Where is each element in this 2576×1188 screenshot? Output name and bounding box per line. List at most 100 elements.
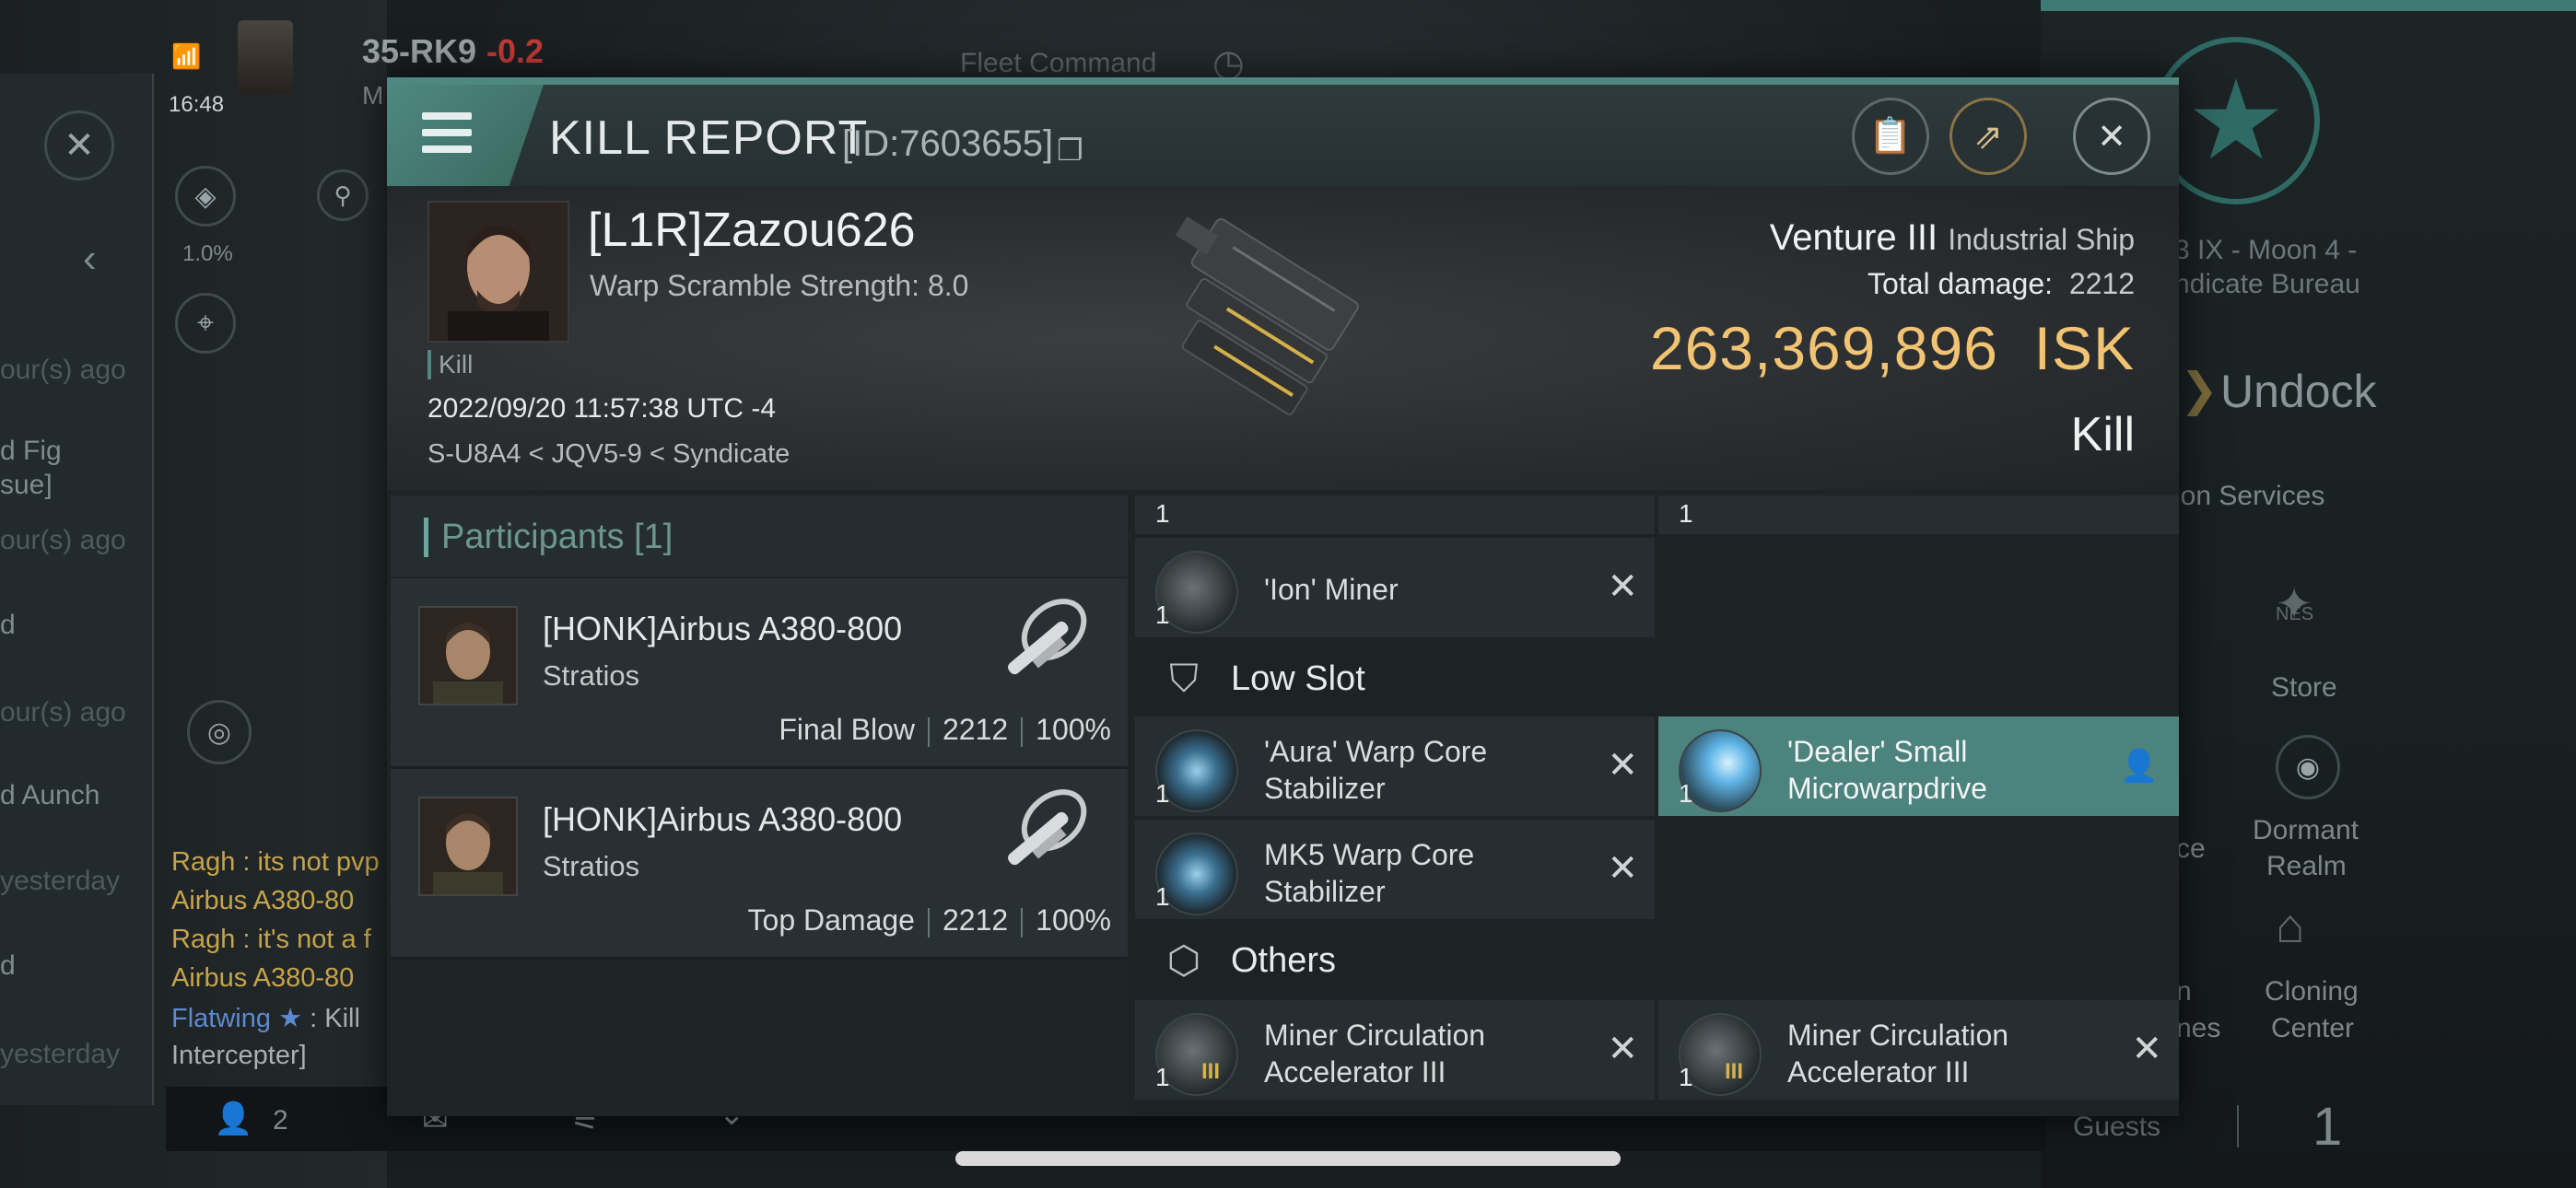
module-name: Miner Circulation Accelerator III xyxy=(1264,1019,1486,1089)
list-item[interactable]: sue] xyxy=(0,470,53,501)
chat-line: Airbus A380-80 xyxy=(171,963,355,993)
list-item[interactable]: d xyxy=(0,950,16,982)
module-quantity: 1 xyxy=(1155,600,1170,629)
fitting-list[interactable]: 1 1 1 'Ion' Miner ✕ ⛉ Low Slot 1 'Aura' … xyxy=(1135,495,2179,1114)
participant-name[interactable]: [HONK]Airbus A380-800 xyxy=(543,800,902,839)
list-item[interactable]: d xyxy=(0,610,16,641)
module-quantity: 1 xyxy=(1679,779,1693,808)
security-status: -0.2 xyxy=(486,32,544,70)
module-row-partial[interactable]: 1 xyxy=(1135,495,1655,534)
module-row-partial[interactable]: 1 xyxy=(1658,495,2179,534)
close-icon: ✕ xyxy=(2097,117,2126,157)
store-label[interactable]: Store xyxy=(2271,672,2337,704)
kill-report-header: KILL REPORT [ID:7603655] ❐ 📋 ⇗ ✕ xyxy=(387,85,2179,186)
people-icon[interactable]: 👤 xyxy=(214,1101,252,1137)
participant-ship: Stratios xyxy=(543,850,640,882)
cube-icon: ⬡ xyxy=(1166,938,1201,982)
chat-line: Intercepter] xyxy=(171,1041,307,1070)
module-quantity: 1 xyxy=(1155,1063,1170,1091)
participants-title: Participants [1] xyxy=(424,518,673,557)
ship-name[interactable]: Venture III Industrial Ship xyxy=(1770,217,2135,259)
module-quantity: 1 xyxy=(1155,882,1170,911)
menu-button[interactable] xyxy=(387,85,544,186)
service-label-partial: ce xyxy=(2176,833,2206,864)
participants-panel: Participants [1] [HONK]Airbus A380-800 S… xyxy=(391,495,1128,1114)
participant-portrait[interactable] xyxy=(418,606,518,705)
undock-button[interactable]: Undock xyxy=(2220,365,2377,418)
module-row[interactable]: 1 MK5 Warp Core Stabilizer ✕ xyxy=(1135,820,1655,919)
share-button[interactable]: ⇗ xyxy=(1950,98,2027,175)
tech-iii-icon: III xyxy=(1201,1059,1221,1084)
destroyed-x-icon: ✕ xyxy=(1607,848,1638,889)
list-item-time: yesterday xyxy=(0,866,121,896)
nes-label: NES xyxy=(2276,604,2314,624)
location-pin-icon[interactable]: ⌖ xyxy=(175,293,236,354)
station-panel-topbar xyxy=(2041,0,2576,11)
clipboard-icon: 📋 xyxy=(1868,117,1913,156)
victim-portrait[interactable] xyxy=(427,201,569,343)
layers-icon[interactable]: ◈ xyxy=(175,166,236,227)
participant-stats: Top Damage 2212 100% xyxy=(748,903,1111,938)
isk-value: 263,369,896 ISK xyxy=(1649,314,2135,382)
participant-name[interactable]: [HONK]Airbus A380-800 xyxy=(543,610,902,648)
module-row[interactable]: III 1 Miner Circulation Accelerator III … xyxy=(1135,1000,1655,1100)
section-header-low-slot: ⛉ Low Slot xyxy=(1135,641,2179,716)
clipboard-button[interactable]: 📋 xyxy=(1852,98,1929,175)
ship-thumbnail[interactable] xyxy=(989,776,1109,896)
home-indicator[interactable] xyxy=(955,1151,1621,1166)
report-id: [ID:7603655] xyxy=(842,123,1054,164)
tripod-icon[interactable]: ⚲ xyxy=(317,169,369,221)
chevron-left-icon[interactable]: ‹ xyxy=(83,236,97,282)
victim-name[interactable]: [L1R]Zazou626 xyxy=(588,203,916,258)
participants-header: Participants [1] xyxy=(391,495,1128,577)
fleet-command-label[interactable]: Fleet Command xyxy=(960,48,1156,79)
participant-percent: 100% xyxy=(1036,903,1111,937)
target-icon[interactable]: ◎ xyxy=(187,700,252,764)
chat-line: Flatwing ★ : Kill xyxy=(171,1004,360,1033)
left-chat-list-background xyxy=(0,74,154,1105)
cloning-center-label1[interactable]: Cloning xyxy=(2265,976,2359,1007)
list-item-time: our(s) ago xyxy=(0,697,126,728)
participant-row[interactable]: [HONK]Airbus A380-800 Stratios Top Damag… xyxy=(391,769,1128,960)
destroyed-x-icon: ✕ xyxy=(2131,1029,2162,1069)
system-name[interactable]: 35-RK9 xyxy=(362,32,476,71)
close-icon[interactable]: ✕ xyxy=(44,111,114,181)
ship-render[interactable] xyxy=(1115,195,1391,444)
share-icon: ⇗ xyxy=(1973,117,2003,157)
avatar[interactable] xyxy=(238,20,293,94)
shield-icon: ⛉ xyxy=(1169,657,1199,700)
module-row-selected[interactable]: 1 'Dealer' Small Microwarpdrive 👤 xyxy=(1658,716,2179,816)
module-row[interactable]: III 1 Miner Circulation Accelerator III … xyxy=(1658,1000,2179,1100)
module-quantity: 1 xyxy=(1155,779,1170,808)
list-item[interactable]: d Aunch xyxy=(0,780,100,811)
divider xyxy=(2237,1105,2239,1147)
module-name: MK5 Warp Core Stabilizer xyxy=(1264,838,1475,908)
kill-report-modal: KILL REPORT [ID:7603655] ❐ 📋 ⇗ ✕ [L1R]Za… xyxy=(387,77,2179,1116)
person-portrait-icon xyxy=(420,798,516,894)
module-row[interactable]: 1 'Aura' Warp Core Stabilizer ✕ xyxy=(1135,716,1655,816)
participant-stats: Final Blow 2212 100% xyxy=(779,713,1111,747)
participant-row[interactable]: [HONK]Airbus A380-800 Stratios Final Blo… xyxy=(391,578,1128,769)
chat-line: Ragh : its not pvp xyxy=(171,847,380,877)
chat-line: Ragh : it's not a f xyxy=(171,925,371,954)
module-row[interactable]: 1 'Ion' Miner ✕ xyxy=(1135,538,1655,637)
clock-time: 16:48 xyxy=(169,92,225,117)
participant-portrait[interactable] xyxy=(418,797,518,896)
percent-readout: 1.0% xyxy=(182,241,233,266)
isk-unit: ISK xyxy=(2033,314,2135,382)
dormant-realm-label1[interactable]: Dormant xyxy=(2253,815,2359,846)
destroyed-x-icon: ✕ xyxy=(1607,745,1638,786)
cloning-center-label2[interactable]: Center xyxy=(2271,1013,2354,1044)
guests-label: Guests xyxy=(2073,1112,2161,1142)
copy-icon[interactable]: ❐ xyxy=(1057,133,1083,168)
dormant-realm-label2[interactable]: Realm xyxy=(2266,851,2347,882)
list-item-time: our(s) ago xyxy=(0,525,126,555)
kill-location[interactable]: S-U8A4 < JQV5-9 < Syndicate xyxy=(427,439,790,470)
cloning-center-icon[interactable]: ⌂ xyxy=(2276,899,2304,954)
close-button[interactable]: ✕ xyxy=(2073,98,2150,175)
tech-iii-icon: III xyxy=(1725,1059,1744,1084)
dormant-realm-icon[interactable]: ◉ xyxy=(2276,735,2340,799)
ship-thumbnail[interactable] xyxy=(989,586,1109,705)
list-item[interactable]: d Fig xyxy=(0,436,62,467)
total-damage: Total damage: 2212 xyxy=(1868,267,2135,300)
